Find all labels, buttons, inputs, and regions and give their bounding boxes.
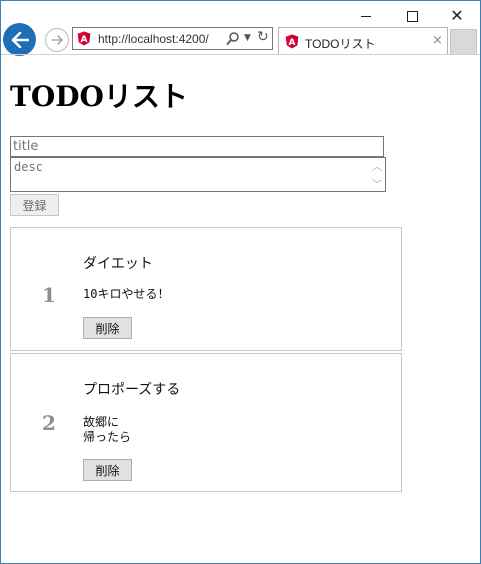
title-input[interactable]	[10, 136, 384, 157]
close-icon: ✕	[450, 6, 464, 25]
address-url[interactable]: http://localhost:4200/	[98, 32, 209, 46]
favicon-letter: A	[81, 35, 88, 45]
back-button[interactable]	[3, 23, 36, 56]
delete-button[interactable]: 削除	[83, 317, 132, 339]
todo-desc: 10キロやせる！	[83, 287, 170, 301]
back-arrow-icon	[11, 31, 29, 48]
tab-title: TODOリスト	[305, 37, 376, 51]
browser-window: ✕ A http://localhost:4200/ ▼ ↻ A TODOリスト…	[0, 0, 481, 564]
todo-number: 1	[42, 283, 56, 307]
forward-button[interactable]	[45, 28, 69, 52]
todo-title: ダイエット	[83, 256, 153, 272]
delete-button[interactable]: 削除	[83, 459, 132, 481]
chevron-up-icon[interactable]: ︿	[372, 158, 382, 173]
minimize-icon	[361, 15, 371, 17]
favicon-letter: A	[289, 38, 296, 48]
forward-arrow-icon	[51, 35, 63, 45]
search-icon[interactable]	[226, 31, 240, 46]
textarea-scrollbar[interactable]: ︿ ﹀	[369, 158, 385, 191]
todo-number: 2	[42, 411, 56, 435]
angular-favicon-icon: A	[285, 34, 299, 49]
page-title: TODOリスト	[10, 80, 188, 113]
dropdown-arrow-icon[interactable]: ▼	[244, 33, 251, 43]
angular-favicon-icon: A	[77, 31, 91, 46]
register-button[interactable]: 登録	[10, 194, 59, 216]
maximize-icon	[406, 10, 418, 22]
divider	[1, 54, 480, 55]
address-bar[interactable]: A http://localhost:4200/ ▼ ↻	[72, 27, 273, 50]
refresh-icon[interactable]: ↻	[257, 29, 269, 45]
tab-close-icon[interactable]: ×	[432, 33, 443, 48]
todo-title: プロポーズする	[83, 382, 181, 398]
todo-card: 2 プロポーズする 故郷に 帰ったら 削除	[10, 353, 402, 492]
desc-textarea[interactable]	[10, 157, 386, 192]
navigation-bar: A http://localhost:4200/ ▼ ↻ A TODOリスト ×	[1, 23, 480, 56]
new-tab-button[interactable]	[450, 29, 477, 55]
todo-card: 1 ダイエット 10キロやせる！ 削除	[10, 227, 402, 351]
todo-desc: 故郷に 帰ったら	[83, 415, 132, 444]
chevron-down-icon[interactable]: ﹀	[372, 176, 382, 191]
tab-todo-list[interactable]: A TODOリスト ×	[278, 27, 448, 55]
